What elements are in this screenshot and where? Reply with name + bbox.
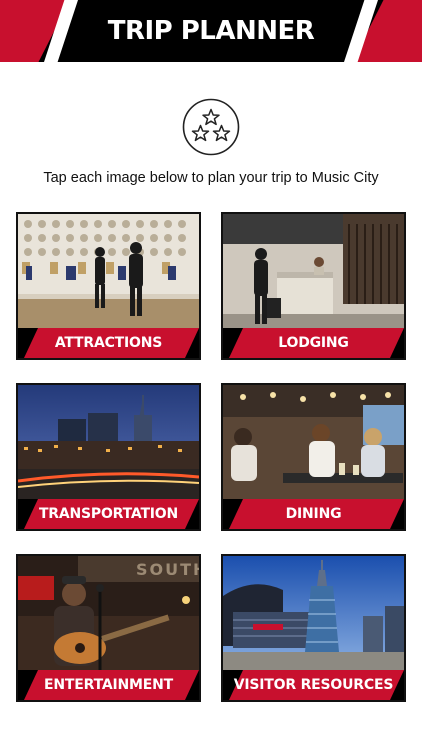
lodging-photo xyxy=(223,214,404,332)
attractions-photo xyxy=(18,214,199,332)
tile-label: VISITOR RESOURCES xyxy=(233,677,394,693)
page-title: TRIP PLANNER xyxy=(107,16,315,46)
app-header: TRIP PLANNER xyxy=(0,0,422,62)
tile-transportation[interactable]: TRANSPORTATION xyxy=(16,383,201,531)
tile-label: TRANSPORTATION xyxy=(38,506,179,522)
tile-entertainment[interactable]: SOUTH ENTERTAINMENT xyxy=(16,554,201,702)
tile-attractions[interactable]: ATTRACTIONS xyxy=(16,212,201,360)
sign-text: SOUTH xyxy=(136,560,199,579)
tile-label: ATTRACTIONS xyxy=(54,335,163,351)
instruction-text: Tap each image below to plan your trip t… xyxy=(43,170,379,186)
transportation-photo xyxy=(18,385,199,503)
tile-label: ENTERTAINMENT xyxy=(44,677,173,693)
tile-dining[interactable]: DINING xyxy=(221,383,406,531)
tile-label: LODGING xyxy=(278,335,349,351)
tile-visitor-resources[interactable]: VISITOR RESOURCES xyxy=(221,554,406,702)
entertainment-photo: SOUTH xyxy=(18,556,199,674)
tile-lodging[interactable]: LODGING xyxy=(221,212,406,360)
visitor-resources-photo xyxy=(223,556,404,674)
tile-label: DINING xyxy=(285,506,342,522)
dining-photo xyxy=(223,385,404,503)
three-stars-icon xyxy=(182,98,240,156)
